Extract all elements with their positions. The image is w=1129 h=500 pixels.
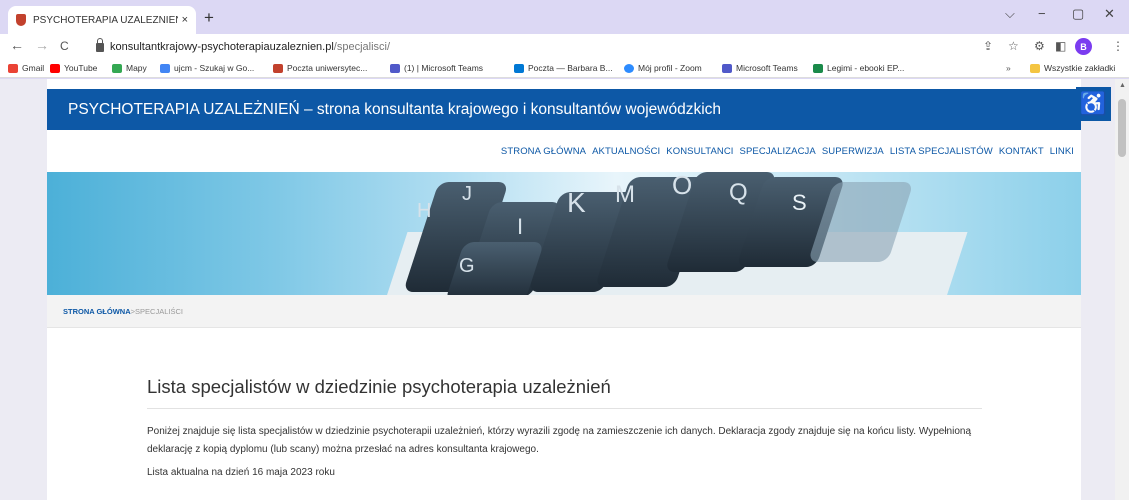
reload-button[interactable]: C <box>60 39 69 53</box>
all-bookmarks-folder[interactable]: Wszystkie zakładki <box>1030 63 1115 73</box>
bookmark-youtube[interactable]: YouTube <box>50 63 97 73</box>
tab-strip: PSYCHOTERAPIA UZALEŻNIEŃ – × + ⌵ − ▢ ✕ <box>0 0 1129 34</box>
outlook-icon <box>514 63 524 73</box>
scroll-up-icon[interactable]: ▲ <box>1119 82 1126 89</box>
nav-konsultanci[interactable]: KONSULTANCI <box>666 146 733 157</box>
legimi-icon <box>813 63 823 73</box>
bookmark-gmail[interactable]: Gmail <box>8 63 44 73</box>
bookmarks-bar: Gmail YouTube Mapy ujcm - Szukaj w Go...… <box>0 60 1129 78</box>
google-icon <box>160 63 170 73</box>
site-title[interactable]: PSYCHOTERAPIA UZALEŻNIEŃ – strona konsul… <box>68 101 721 119</box>
bookmark-teams-2[interactable]: Microsoft Teams <box>722 63 798 73</box>
profile-avatar[interactable]: B <box>1075 38 1092 55</box>
url-path: /specjalisci/ <box>333 41 391 53</box>
breadcrumb: STRONA GŁÓWNA > SPECJALIŚCI <box>47 295 1081 328</box>
bookmark-poczta-barbara[interactable]: Poczta — Barbara B... <box>514 63 613 73</box>
banner-letter: O <box>672 172 692 200</box>
bookmark-poczta-uni[interactable]: Poczta uniwersytec... <box>273 63 367 73</box>
page-scrollbar[interactable]: ▲ <box>1115 79 1129 500</box>
nav-aktualnosci[interactable]: AKTUALNOŚCI <box>592 146 660 157</box>
back-button[interactable]: ← <box>10 37 24 53</box>
intro-paragraph: Poniżej znajduje się lista specjalistów … <box>147 426 972 455</box>
banner-letter: M <box>615 181 635 208</box>
bookmarks-more-icon[interactable]: » <box>1006 63 1011 73</box>
bookmark-star-icon[interactable]: ☆ <box>1008 39 1019 53</box>
page-title: Lista specjalistów w dziedzinie psychote… <box>147 376 982 409</box>
browser-toolbar: ← → C konsultantkrajowy-psychoterapiauza… <box>0 34 1129 60</box>
folder-icon <box>1030 63 1040 73</box>
bookmark-legimi[interactable]: Legimi - ebooki EP... <box>813 63 904 73</box>
breadcrumb-home[interactable]: STRONA GŁÓWNA <box>63 307 131 316</box>
menu-icon[interactable]: ⋮ <box>1112 39 1124 53</box>
maps-icon <box>112 63 122 73</box>
new-tab-button[interactable]: + <box>204 8 214 28</box>
bookmark-google-search[interactable]: ujcm - Szukaj w Go... <box>160 63 254 73</box>
tab-title: PSYCHOTERAPIA UZALEŻNIEŃ – <box>33 14 178 26</box>
nav-lista-specjalistow[interactable]: LISTA SPECJALISTÓW <box>890 146 993 157</box>
site-header: PSYCHOTERAPIA UZALEŻNIEŃ – strona konsul… <box>47 89 1081 130</box>
banner-letter: G <box>459 255 475 277</box>
main-content: Lista specjalistów w dziedzinie psychote… <box>147 376 982 478</box>
extensions-icon[interactable]: ⚙ <box>1034 39 1045 53</box>
minimize-button[interactable]: − <box>1038 6 1046 21</box>
nav-superwizja[interactable]: SUPERWIZJA <box>822 146 884 157</box>
url-host: konsultantkrajowy-psychoterapiauzaleznie… <box>110 41 334 53</box>
forward-button[interactable]: → <box>35 37 49 53</box>
nav-kontakt[interactable]: KONTAKT <box>999 146 1044 157</box>
share-icon[interactable]: ⇪ <box>983 39 993 53</box>
close-window-button[interactable]: ✕ <box>1104 6 1115 22</box>
nav-linki[interactable]: LINKI <box>1050 146 1074 157</box>
banner-letter: I <box>517 214 523 239</box>
teams-icon <box>722 63 732 73</box>
banner-letter: H <box>417 200 431 222</box>
accessibility-icon[interactable]: ♿ <box>1076 87 1111 121</box>
tab-search-icon[interactable]: ⌵ <box>1005 6 1015 22</box>
gmail-icon <box>8 63 18 73</box>
lock-icon <box>96 37 104 52</box>
file-index-cards-illustration: H J I K M O Q S G <box>384 172 968 295</box>
nav-strona-glowna[interactable]: STRONA GŁÓWNA <box>501 146 586 157</box>
nav-specjalizacja[interactable]: SPECJALIZACJA <box>740 146 816 157</box>
banner-letter: Q <box>729 179 748 206</box>
banner-letter: K <box>567 187 586 218</box>
banner-image: H J I K M O Q S G <box>47 172 1081 295</box>
scrollbar-thumb[interactable] <box>1118 99 1126 157</box>
teams-icon <box>390 63 400 73</box>
tab-close-icon[interactable]: × <box>182 14 188 26</box>
university-icon <box>273 63 283 73</box>
bookmark-mapy[interactable]: Mapy <box>112 63 147 73</box>
maximize-button[interactable]: ▢ <box>1072 6 1084 22</box>
banner-letter: J <box>462 183 472 205</box>
browser-tab[interactable]: PSYCHOTERAPIA UZALEŻNIEŃ – × <box>8 6 196 34</box>
main-nav: STRONA GŁÓWNA AKTUALNOŚCI KONSULTANCI SP… <box>47 130 1081 172</box>
list-date-note: Lista aktualna na dzień 16 maja 2023 rok… <box>147 467 335 478</box>
address-bar[interactable]: konsultantkrajowy-psychoterapiauzaleznie… <box>88 36 988 58</box>
site-favicon-icon <box>16 14 26 26</box>
banner-letter: S <box>792 190 807 215</box>
zoom-icon <box>624 63 634 73</box>
sidepanel-icon[interactable]: ◧ <box>1055 39 1066 53</box>
bookmark-zoom[interactable]: Mój profil - Zoom <box>624 63 702 73</box>
bookmark-teams-1[interactable]: (1) | Microsoft Teams <box>390 63 483 73</box>
youtube-icon <box>50 63 60 73</box>
breadcrumb-current: SPECJALIŚCI <box>135 306 183 316</box>
